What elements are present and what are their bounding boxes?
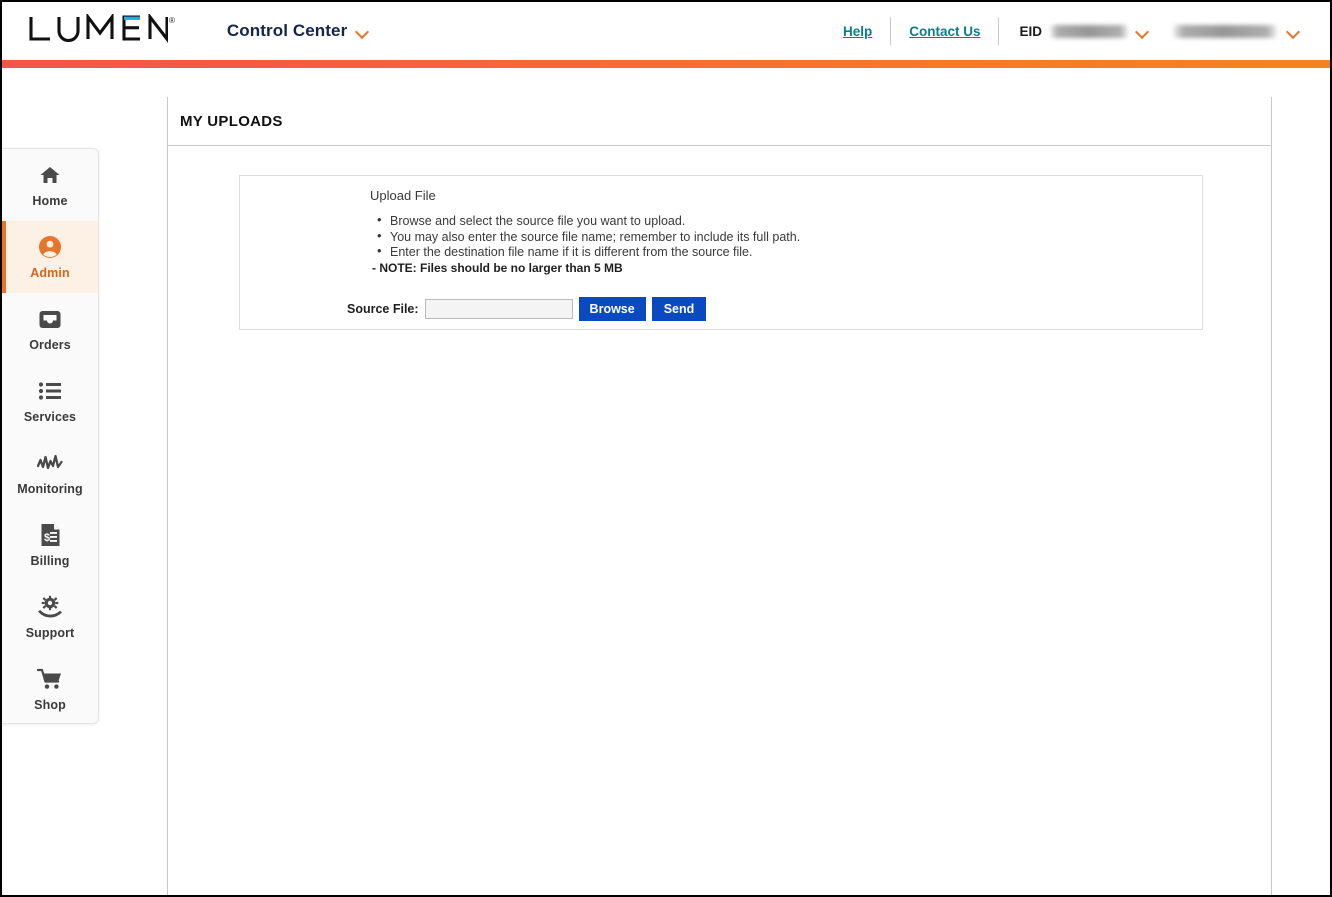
list-bullets-icon	[37, 378, 63, 404]
lumen-logo[interactable]: ®	[28, 14, 175, 48]
registered-mark: ®	[169, 16, 175, 25]
top-header: ® Control Center Help Contact Us EID	[2, 2, 1330, 60]
control-center-label: Control Center	[226, 21, 348, 40]
sidebar-item-label: Billing	[30, 554, 70, 568]
inbox-tray-icon	[37, 306, 63, 332]
svg-text:$: $	[44, 532, 50, 544]
primary-sidebar: Home Admin Orders Services Monitoring $ …	[2, 148, 99, 724]
chevron-down-icon	[1287, 25, 1300, 38]
shopping-cart-icon	[37, 666, 63, 692]
sidebar-item-label: Services	[23, 410, 77, 424]
sidebar-item-label: Home	[32, 194, 68, 208]
source-file-input[interactable]	[424, 298, 573, 319]
help-link[interactable]: Help	[825, 24, 890, 39]
contact-us-link[interactable]: Contact Us	[891, 24, 998, 39]
list-item: You may also enter the source file name;…	[377, 229, 1202, 245]
sidebar-item-admin[interactable]: Admin	[2, 221, 98, 293]
gear-in-hand-icon	[37, 594, 63, 620]
brand-accent-bar	[2, 60, 1330, 68]
sidebar-item-label: Admin	[30, 266, 70, 280]
chevron-down-icon	[1136, 25, 1149, 38]
browse-button[interactable]: Browse	[578, 296, 646, 321]
page-title-bar: MY UPLOADS	[168, 97, 1271, 146]
account-selector[interactable]	[1163, 24, 1310, 38]
eid-selector[interactable]: EID	[999, 24, 1163, 39]
sidebar-item-shop[interactable]: Shop	[2, 653, 98, 723]
home-icon	[37, 162, 63, 188]
user-circle-icon	[37, 234, 63, 260]
sidebar-item-services[interactable]: Services	[2, 365, 98, 437]
control-center-menu[interactable]: Control Center	[227, 21, 369, 41]
sidebar-item-label: Orders	[29, 338, 71, 352]
list-item: Enter the destination file name if it is…	[377, 244, 1202, 260]
send-button[interactable]: Send	[651, 296, 707, 321]
sidebar-item-label: Support	[25, 626, 75, 640]
upload-instructions-list: Browse and select the source file you wa…	[370, 213, 1202, 260]
content-column: MY UPLOADS Upload File Browse and select…	[167, 97, 1272, 895]
waveform-icon	[37, 450, 63, 476]
sidebar-item-monitoring[interactable]: Monitoring	[2, 437, 98, 509]
upload-file-panel: Upload File Browse and select the source…	[239, 175, 1203, 330]
sidebar-item-orders[interactable]: Orders	[2, 293, 98, 365]
application-window: ® Control Center Help Contact Us EID Hom…	[0, 0, 1332, 897]
sidebar-item-label: Monitoring	[17, 482, 83, 496]
upload-panel-heading: Upload File	[370, 188, 436, 203]
eid-value-redacted	[1050, 24, 1128, 38]
source-file-row: Source File: Browse Send	[347, 296, 1202, 321]
sidebar-item-billing[interactable]: $ Billing	[2, 509, 98, 581]
sidebar-item-home[interactable]: Home	[2, 149, 98, 221]
chevron-down-icon	[356, 25, 369, 38]
sidebar-item-support[interactable]: Support	[2, 581, 98, 653]
list-item: Browse and select the source file you wa…	[377, 213, 1202, 229]
upload-size-note: - NOTE: Files should be no larger than 5…	[372, 260, 623, 275]
invoice-icon: $	[37, 522, 63, 548]
sidebar-item-label: Shop	[34, 698, 66, 712]
source-file-label: Source File:	[347, 301, 419, 316]
page-title: MY UPLOADS	[180, 112, 283, 130]
header-right-group: Help Contact Us EID	[825, 2, 1330, 60]
eid-label: EID	[1019, 23, 1042, 39]
page-body: Home Admin Orders Services Monitoring $ …	[2, 68, 1330, 895]
account-value-redacted	[1173, 24, 1277, 38]
